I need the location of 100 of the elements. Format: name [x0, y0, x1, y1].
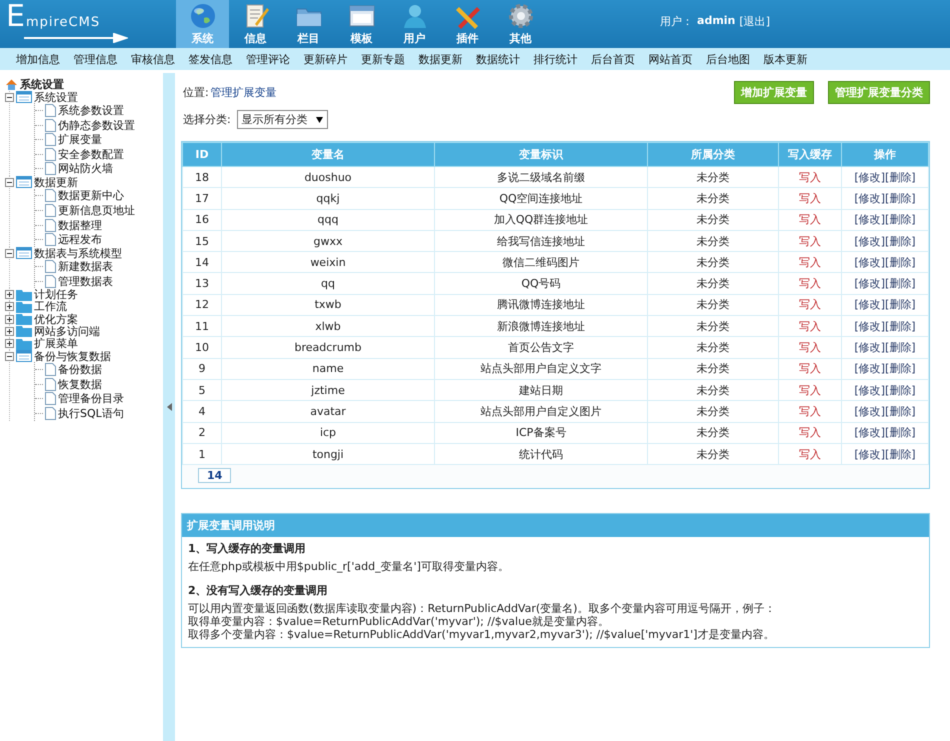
delete-link[interactable]: [删除]	[885, 320, 916, 333]
tree-item[interactable]: 执行SQL语句	[58, 406, 124, 421]
column-header: ID	[182, 142, 222, 166]
column-header: 操作	[842, 142, 928, 166]
menu-link[interactable]: 管理信息	[74, 52, 118, 66]
user-name: admin	[697, 14, 736, 28]
page-icon	[45, 133, 56, 146]
edit-link[interactable]: [修改]	[854, 298, 885, 312]
table-cell: 站点头部用户自定义图片	[434, 400, 648, 422]
delete-link[interactable]: [删除]	[885, 384, 916, 397]
expander-icon[interactable]	[5, 290, 14, 300]
delete-link[interactable]: [删除]	[885, 426, 916, 440]
tree-item[interactable]: 备份数据	[58, 362, 102, 377]
edit-link[interactable]: [修改]	[854, 320, 885, 333]
nav-tab[interactable]: 模板	[335, 0, 388, 48]
menu-link[interactable]: 更新碎片	[304, 52, 348, 66]
nav-tab[interactable]: 用户	[388, 0, 441, 48]
menu-link[interactable]: 后台首页	[591, 52, 635, 66]
table-cell: 4	[182, 400, 222, 422]
tree-item[interactable]: 系统参数设置	[58, 103, 124, 118]
table-cell: qqq	[222, 209, 434, 230]
expander-icon[interactable]	[5, 352, 14, 361]
page-icon	[45, 162, 56, 176]
nav-tab[interactable]: 其他	[494, 0, 547, 48]
menu-link[interactable]: 审核信息	[131, 52, 175, 66]
page-icon	[45, 233, 56, 246]
note-text: 可以用内置变量返回函数(数据库读取变量内容)：ReturnPublicAddVar(变量名)。取多个变量内容可用逗号隔开，例子：	[188, 602, 776, 616]
category-select[interactable]: 显示所有分类	[236, 110, 328, 129]
edit-link[interactable]: [修改]	[854, 277, 885, 290]
nav-tab[interactable]: 插件	[441, 0, 494, 48]
menu-link[interactable]: 增加信息	[16, 52, 60, 66]
edit-link[interactable]: [修改]	[854, 404, 885, 418]
nav-tab[interactable]: 信息	[229, 0, 282, 48]
delete-link[interactable]: [删除]	[885, 298, 916, 312]
edit-link[interactable]: [修改]	[854, 192, 885, 205]
column-header: 所属分类	[648, 142, 778, 166]
tree-item[interactable]: 远程发布	[58, 232, 102, 248]
edit-link[interactable]: [修改]	[854, 213, 885, 226]
breadcrumb-link[interactable]: 管理扩展变量	[210, 85, 277, 100]
tree-item[interactable]: 伪静态参数设置	[58, 118, 135, 133]
menu-link[interactable]: 数据更新	[418, 52, 462, 66]
delete-link[interactable]: [删除]	[885, 256, 916, 269]
edit-link[interactable]: [修改]	[854, 234, 885, 248]
delete-link[interactable]: [删除]	[885, 341, 916, 354]
delete-link[interactable]: [删除]	[885, 213, 916, 226]
delete-link[interactable]: [删除]	[885, 170, 916, 184]
table-cell: 站点头部用户自定义文字	[434, 358, 648, 380]
table-cell: jztime	[222, 379, 434, 401]
tree-item[interactable]: 安全参数配置	[58, 146, 124, 162]
edit-link[interactable]: [修改]	[854, 362, 885, 376]
tree-item[interactable]: 系统设置	[34, 90, 78, 105]
tree-item[interactable]: 更新信息页地址	[58, 202, 135, 218]
edit-link[interactable]: [修改]	[854, 170, 885, 184]
tree-item[interactable]: 网站防火墙	[58, 161, 113, 176]
page-icon	[45, 104, 56, 118]
tree-item[interactable]: 数据表与系统模型	[34, 246, 122, 261]
expander-icon[interactable]	[5, 92, 14, 102]
tree-item[interactable]: 管理数据表	[58, 274, 113, 289]
delete-link[interactable]: [删除]	[885, 362, 916, 376]
menu-link[interactable]: 版本更新	[764, 52, 808, 66]
edit-link[interactable]: [修改]	[854, 384, 885, 397]
menu-link[interactable]: 管理评论	[246, 52, 290, 66]
nav-tab[interactable]: 栏目	[282, 0, 335, 48]
menu-link[interactable]: 数据统计	[476, 52, 520, 66]
table-cell: 12	[182, 294, 222, 316]
collapse-icon[interactable]	[166, 403, 172, 411]
edit-link[interactable]: [修改]	[854, 426, 885, 440]
tree-item[interactable]: 扩展菜单	[34, 336, 78, 352]
delete-link[interactable]: [删除]	[885, 448, 916, 460]
expander-icon[interactable]	[5, 326, 14, 336]
delete-link[interactable]: [删除]	[885, 192, 916, 205]
edit-link[interactable]: [修改]	[854, 341, 885, 354]
expander-icon[interactable]	[5, 339, 14, 348]
folder-icon	[16, 338, 32, 350]
menu-link[interactable]: 后台地图	[706, 52, 750, 66]
tree-item[interactable]: 新建数据表	[58, 259, 113, 274]
menu-link[interactable]: 更新专题	[361, 52, 405, 66]
page-icon	[45, 118, 56, 132]
tree-item[interactable]: 管理备份目录	[58, 391, 124, 406]
edit-link[interactable]: [修改]	[854, 448, 885, 460]
delete-link[interactable]: [删除]	[885, 277, 916, 290]
tree-item[interactable]: 恢复数据	[58, 376, 102, 392]
expander-icon[interactable]	[5, 178, 14, 187]
house-icon	[5, 78, 18, 90]
tree-item[interactable]: 扩展变量	[58, 132, 102, 148]
delete-link[interactable]: [删除]	[885, 404, 916, 418]
menu-link[interactable]: 网站首页	[648, 52, 692, 66]
menu-link[interactable]: 签发信息	[188, 52, 232, 66]
delete-link[interactable]: [删除]	[885, 234, 916, 248]
expander-icon[interactable]	[5, 314, 14, 324]
expander-icon[interactable]	[5, 248, 14, 258]
tree-item[interactable]: 数据整理	[58, 218, 102, 233]
tree-item[interactable]: 数据更新	[34, 174, 78, 190]
table-cell: 11	[182, 316, 222, 337]
edit-link[interactable]: [修改]	[854, 256, 885, 269]
logout-link[interactable]: [退出]	[739, 14, 770, 28]
expander-icon[interactable]	[5, 302, 14, 312]
tree-item[interactable]: 备份与恢复数据	[34, 348, 111, 364]
tree-item[interactable]: 数据更新中心	[58, 188, 124, 204]
menu-link[interactable]: 排行统计	[534, 52, 578, 66]
